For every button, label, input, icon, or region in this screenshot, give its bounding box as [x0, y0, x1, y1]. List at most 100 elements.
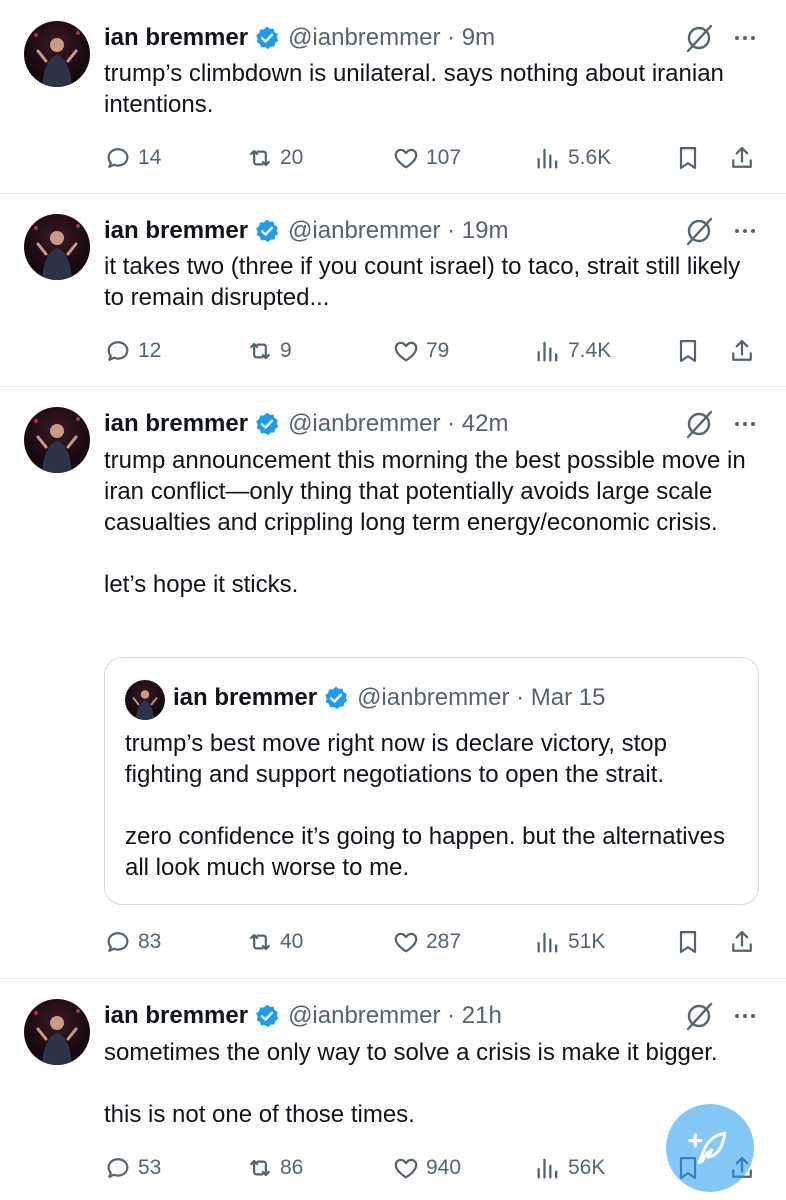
grok-icon[interactable] [684, 409, 714, 439]
views-icon [537, 148, 558, 169]
quoted-header: ian bremmer @ianbremmer · Mar 15 [173, 680, 606, 716]
retweet-icon [250, 1159, 270, 1177]
tweet-header: ian bremmer @ianbremmer · 19m [104, 213, 508, 249]
reply-button[interactable]: 83 [104, 925, 161, 959]
views-icon [537, 341, 558, 362]
views-button[interactable]: 7.4K [534, 334, 611, 368]
compose-button[interactable] [666, 1104, 754, 1192]
bookmark-icon [679, 146, 697, 170]
reply-button[interactable]: 14 [104, 141, 161, 175]
bookmark-icon [679, 930, 697, 954]
author-name[interactable]: ian bremmer [104, 1002, 248, 1030]
like-button[interactable]: 287 [392, 925, 461, 959]
quoted-paragraph: zero confidence it’s going to happen. bu… [125, 823, 725, 881]
author-handle-time[interactable]: @ianbremmer · 42m [288, 410, 508, 438]
reply-icon [107, 932, 129, 952]
reply-count: 14 [138, 146, 162, 169]
views-button[interactable]: 56K [534, 1151, 605, 1185]
more-icon[interactable] [730, 409, 760, 439]
retweet-icon [250, 149, 270, 167]
tweet[interactable]: ian bremmer @ianbremmer · 42m trump anno… [0, 387, 786, 978]
avatar[interactable] [24, 214, 90, 280]
retweet-count: 20 [280, 146, 304, 169]
retweet-button[interactable]: 86 [246, 1151, 303, 1185]
action-bar: 14 20 107 5.6K [104, 141, 764, 175]
author-name[interactable]: ian bremmer [104, 24, 248, 52]
tweet-text: it takes two (three if you count israel)… [104, 251, 764, 313]
more-icon[interactable] [730, 1001, 760, 1031]
share-icon [732, 930, 752, 952]
author-handle-time[interactable]: @ianbremmer · 21h [288, 1002, 502, 1030]
share-button[interactable] [728, 334, 756, 368]
avatar[interactable] [24, 999, 90, 1065]
views-count: 51K [568, 930, 606, 953]
like-icon [394, 932, 418, 953]
retweet-icon [250, 342, 270, 360]
tweet-paragraph: it takes two (three if you count israel)… [104, 253, 741, 311]
bookmark-button[interactable] [674, 334, 702, 368]
share-icon [732, 146, 752, 168]
like-button[interactable]: 940 [392, 1151, 461, 1185]
verified-badge-icon [254, 411, 280, 437]
reply-icon [107, 148, 129, 168]
action-bar: 83 40 287 51K [104, 925, 764, 959]
reply-button[interactable]: 12 [104, 334, 161, 368]
quoted-handle-time: @ianbremmer · Mar 15 [357, 684, 606, 711]
author-name[interactable]: ian bremmer [104, 410, 248, 438]
quoted-avatar[interactable] [125, 680, 165, 720]
bookmark-button[interactable] [674, 141, 702, 175]
tweet-text: trump’s climbdown is unilateral. says no… [104, 58, 764, 120]
views-count: 7.4K [568, 339, 612, 362]
tweet[interactable]: ian bremmer @ianbremmer · 19m it takes t… [0, 194, 786, 387]
verified-badge-icon [254, 218, 280, 244]
retweet-button[interactable]: 40 [246, 925, 303, 959]
avatar[interactable] [24, 407, 90, 473]
author-name[interactable]: ian bremmer [104, 217, 248, 245]
retweet-count: 9 [280, 339, 292, 362]
tweet-header: ian bremmer @ianbremmer · 21h [104, 998, 502, 1034]
like-button[interactable]: 79 [392, 334, 449, 368]
like-count: 287 [426, 930, 462, 953]
reply-count: 83 [138, 930, 162, 953]
tweet-text: trump announcement this morning the best… [104, 445, 764, 600]
more-icon[interactable] [730, 216, 760, 246]
views-button[interactable]: 51K [534, 925, 605, 959]
reply-icon [107, 1158, 129, 1178]
views-icon [537, 932, 558, 953]
retweet-button[interactable]: 20 [246, 141, 303, 175]
share-icon [732, 339, 752, 361]
like-count: 79 [426, 339, 450, 362]
tweet-paragraph: this is not one of those times. [104, 1101, 415, 1128]
grok-icon[interactable] [684, 23, 714, 53]
share-button[interactable] [728, 925, 756, 959]
retweet-icon [250, 933, 270, 951]
grok-icon[interactable] [684, 1001, 714, 1031]
tweet[interactable]: ian bremmer @ianbremmer · 21h sometimes … [0, 979, 786, 1200]
quoted-paragraph: trump’s best move right now is declare v… [125, 730, 667, 788]
views-icon [537, 1158, 558, 1179]
reply-button[interactable]: 53 [104, 1151, 161, 1185]
author-handle-time[interactable]: @ianbremmer · 19m [288, 217, 508, 245]
like-icon [394, 148, 418, 169]
verified-badge-icon [254, 25, 280, 51]
share-button[interactable] [728, 141, 756, 175]
grok-icon[interactable] [684, 216, 714, 246]
author-handle-time[interactable]: @ianbremmer · 9m [288, 24, 495, 52]
like-button[interactable]: 107 [392, 141, 461, 175]
like-icon [394, 1158, 418, 1179]
views-button[interactable]: 5.6K [534, 141, 611, 175]
tweet-paragraph: trump’s climbdown is unilateral. says no… [104, 60, 724, 118]
more-icon[interactable] [730, 23, 760, 53]
bookmark-button[interactable] [674, 925, 702, 959]
bookmark-icon [679, 339, 697, 363]
like-count: 107 [426, 146, 462, 169]
tweet[interactable]: ian bremmer @ianbremmer · 9m trump’s cli… [0, 0, 786, 194]
quoted-tweet[interactable]: ian bremmer @ianbremmer · Mar 15 trump’s… [104, 657, 759, 905]
views-count: 5.6K [568, 146, 612, 169]
compose-icon [688, 1131, 727, 1165]
avatar[interactable] [24, 21, 90, 87]
quoted-author-name: ian bremmer [173, 684, 318, 711]
action-bar: 12 9 79 7.4K [104, 334, 764, 368]
retweet-button[interactable]: 9 [246, 334, 292, 368]
retweet-count: 40 [280, 930, 304, 953]
